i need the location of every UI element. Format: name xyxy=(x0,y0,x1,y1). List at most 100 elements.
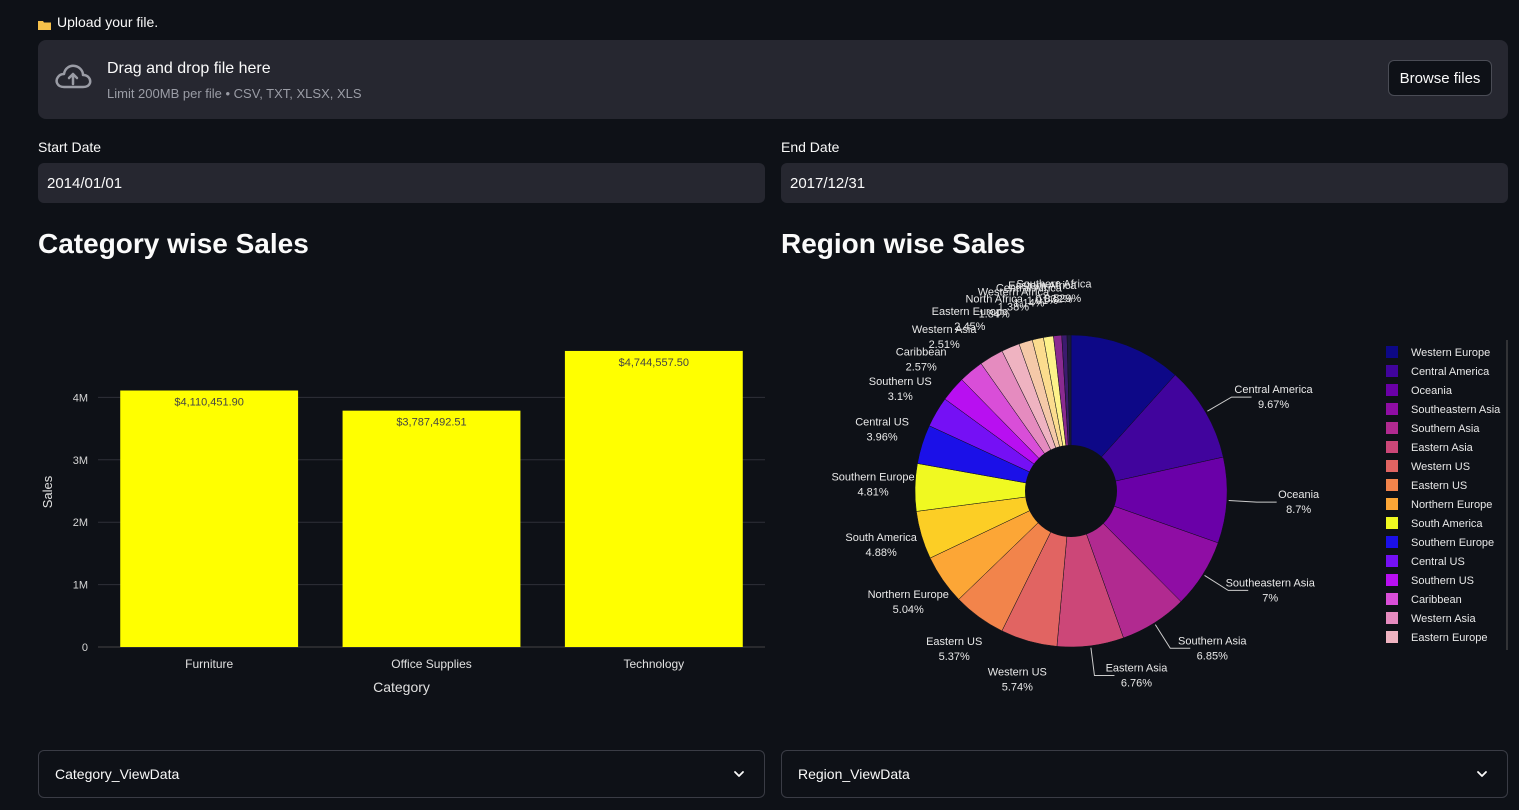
x-tick-label: Furniture xyxy=(185,657,233,671)
cloud-upload-icon xyxy=(54,62,92,97)
region-pie-chart: Central America 9.67% Oceania 8.7% Southeast… xyxy=(831,279,1508,694)
dropzone-title: Drag and drop file here xyxy=(107,60,271,77)
category-expander-label: Category_ViewData xyxy=(55,766,180,782)
legend-entry: Caribbean xyxy=(1411,594,1462,606)
pie-label-value: 2.57% xyxy=(906,362,937,374)
pie-label-name: Northern Europe xyxy=(868,589,949,601)
legend-entry: Southern US xyxy=(1411,575,1474,587)
legend-entry: Southeastern Asia xyxy=(1411,404,1501,416)
pie-label-value: 6.76% xyxy=(1121,678,1152,690)
pie-label-value: 4.88% xyxy=(866,547,897,559)
legend-entry: Eastern Asia xyxy=(1411,442,1474,454)
legend-swatch xyxy=(1386,441,1398,453)
legend-swatch xyxy=(1386,403,1398,415)
x-axis-title: Category xyxy=(373,679,430,695)
dropzone-hint: Limit 200MB per file • CSV, TXT, XLSX, X… xyxy=(107,86,362,101)
pie-label-name: Western US xyxy=(988,667,1047,679)
pie-label-value: 6.85% xyxy=(1197,650,1228,662)
legend-swatch xyxy=(1386,479,1398,491)
legend-swatch xyxy=(1386,612,1398,624)
y-axis-title: Sales xyxy=(40,475,55,508)
pie-label-value: 0.529% xyxy=(1044,293,1082,305)
pie-label-value: 2.45% xyxy=(954,321,985,333)
legend-swatch xyxy=(1386,498,1398,510)
pie-label-value: 5.37% xyxy=(939,651,970,663)
legend-entry: Eastern US xyxy=(1411,480,1467,492)
legend-entry: Northern Europe xyxy=(1411,499,1492,511)
pie-label: South America 4.88% xyxy=(845,532,917,559)
bar-data-label: $4,744,557.50 xyxy=(619,357,689,369)
region-expander-label: Region_ViewData xyxy=(798,766,910,782)
file-dropzone[interactable]: Drag and drop file here Limit 200MB per … xyxy=(38,40,1508,119)
pie-hole xyxy=(1025,445,1117,537)
legend-entry: Central US xyxy=(1411,556,1465,568)
pie-label: Western US 5.74% xyxy=(988,667,1047,694)
pie-label-name: Central America xyxy=(1234,384,1313,396)
chevron-down-icon xyxy=(1475,767,1489,784)
category-viewdata-expander[interactable]: Category_ViewData xyxy=(38,750,765,798)
pie-label-value: 7% xyxy=(1262,592,1278,604)
bar-office-supplies xyxy=(342,410,521,647)
legend-entry: Western Europe xyxy=(1411,347,1490,359)
pie-label-value: 3.96% xyxy=(866,432,897,444)
pie-leader-line xyxy=(1228,499,1277,503)
legend-swatch xyxy=(1386,536,1398,548)
pie-label-name: Southern US xyxy=(869,376,932,388)
bar-technology xyxy=(564,350,743,647)
legend-entry: Southern Europe xyxy=(1411,537,1494,549)
category-bar-chart: 0 1M 2M 3M 4M $4,110,451.90 Furniture $3,787,49… xyxy=(40,350,765,695)
start-date-input[interactable]: 2014/01/01 xyxy=(38,163,765,203)
end-date-label: End Date xyxy=(781,139,840,155)
legend-entry: Oceania xyxy=(1411,385,1453,397)
legend-swatch xyxy=(1386,460,1398,472)
category-sales-heading: Category wise Sales xyxy=(38,228,309,259)
browse-files-button[interactable]: Browse files xyxy=(1388,60,1492,96)
pie-label: Eastern Asia 6.76% xyxy=(1106,663,1169,690)
bar-furniture xyxy=(120,390,299,647)
legend-swatch xyxy=(1386,384,1398,396)
pie-label-value: 9.67% xyxy=(1258,399,1289,411)
pie-label-value: 5.74% xyxy=(1002,682,1033,694)
pie-label-name: Oceania xyxy=(1278,489,1320,501)
pie-leader-line xyxy=(1207,396,1252,412)
bar-data-label: $3,787,492.51 xyxy=(396,417,466,429)
pie-label-name: Eastern US xyxy=(926,636,982,648)
pie-label-value: 3.1% xyxy=(888,391,913,403)
y-tick-label: 3M xyxy=(73,455,88,467)
region-viewdata-expander[interactable]: Region_ViewData xyxy=(781,750,1508,798)
chevron-down-icon xyxy=(732,767,746,784)
x-tick-label: Technology xyxy=(623,657,684,671)
legend-swatch xyxy=(1386,631,1398,643)
start-date-label: Start Date xyxy=(38,139,102,155)
legend-entry: Western Asia xyxy=(1411,613,1476,625)
pie-label-value: 5.04% xyxy=(893,604,924,616)
legend-swatch xyxy=(1386,555,1398,567)
pie-label: Southern Europe 4.81% xyxy=(831,471,914,498)
folder-icon xyxy=(38,17,51,30)
pie-label: Northern Europe 5.04% xyxy=(868,589,949,616)
pie-label-name: Southern Europe xyxy=(831,471,914,483)
legend-entry: Southern Asia xyxy=(1411,423,1480,435)
legend-swatch xyxy=(1386,346,1398,358)
legend-swatch xyxy=(1386,422,1398,434)
upload-label-text: Upload your file. xyxy=(57,14,159,30)
y-tick-label: 0 xyxy=(82,642,88,654)
y-tick-label: 2M xyxy=(73,517,88,529)
legend-entry: Eastern Europe xyxy=(1411,632,1487,644)
pie-label-name: South America xyxy=(845,532,917,544)
pie-label: Oceania 8.7% xyxy=(1278,489,1320,516)
pie-label-name: Eastern Asia xyxy=(1106,663,1169,675)
upload-label: Upload your file. xyxy=(38,14,158,30)
pie-label-value: 2.51% xyxy=(929,339,960,351)
pie-label: Southern US 3.1% xyxy=(869,376,932,403)
end-date-input[interactable]: 2017/12/31 xyxy=(781,163,1508,203)
pie-label-name: Southeastern Asia xyxy=(1226,577,1316,589)
pie-label: Central US 3.96% xyxy=(855,417,909,444)
pie-label-value: 4.81% xyxy=(857,486,888,498)
bar-data-label: $4,110,451.90 xyxy=(174,397,244,409)
pie-label: 0.529% xyxy=(1044,293,1082,305)
legend-entry: South America xyxy=(1411,518,1483,530)
legend-entry: Central America xyxy=(1411,366,1490,378)
y-tick-label: 1M xyxy=(73,580,88,592)
x-tick-label: Office Supplies xyxy=(391,657,472,671)
